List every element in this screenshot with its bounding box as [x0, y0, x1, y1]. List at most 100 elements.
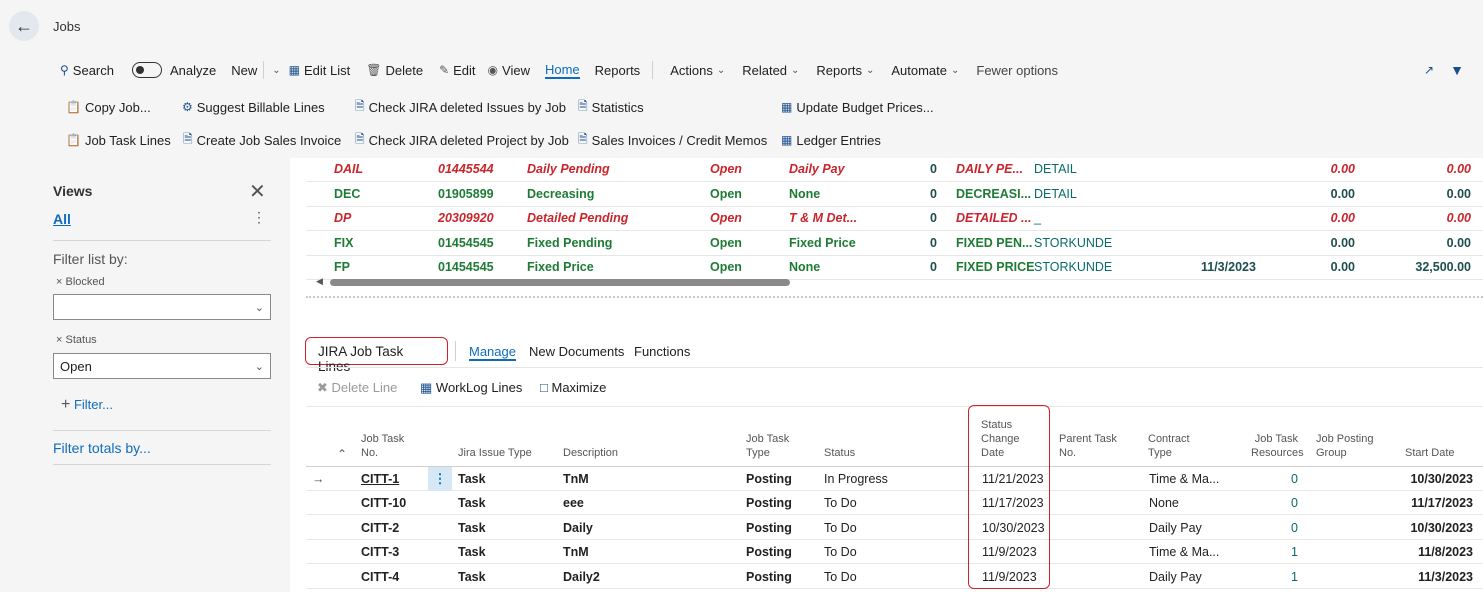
view-button[interactable]: ◉ View [488, 63, 530, 78]
update-budget-prices-button[interactable]: ▦ Update Budget Prices... [781, 100, 934, 115]
tab-functions[interactable]: Functions [634, 344, 690, 359]
fewer-options-button[interactable]: Fewer options [976, 63, 1058, 78]
cell-start: 11/8/2023 [1418, 545, 1473, 560]
cell-code[interactable]: DEC [334, 187, 360, 201]
table-row[interactable]: DP 20309920 Detailed Pending Open T & M Det.… [306, 207, 1483, 231]
delete-line-button[interactable]: ✖ Delete Line [317, 380, 397, 396]
chevron-down-icon: ⌄ [254, 361, 264, 373]
column-job-task-resources[interactable]: Job Task Resources [1251, 432, 1304, 460]
cell-code[interactable]: FIX [334, 236, 353, 250]
blocked-select[interactable]: ⌄ [53, 294, 271, 320]
new-button[interactable]: New [231, 63, 257, 78]
remove-filter-icon[interactable]: × [56, 334, 62, 346]
maximize-button[interactable]: □ Maximize [540, 380, 606, 395]
eye-icon: ◉ [487, 63, 499, 77]
table-row[interactable]: CITT-3 Task TnM Posting To Do 11/9/2023 Time &… [306, 540, 1483, 565]
automate-menu[interactable]: Automate ⌄ [891, 63, 959, 78]
search-button[interactable]: ⚲ Search [60, 63, 114, 78]
sort-icon[interactable]: ⌃ [337, 447, 347, 461]
ledger-entries-button[interactable]: ▦ Ledger Entries [781, 133, 881, 148]
row-menu-button[interactable]: ⋮ [428, 467, 452, 491]
table-row[interactable]: → CITT-1 Task TnM Posting In Progress 11/21/20… [306, 467, 1483, 491]
delete-button[interactable]: 🗑 Delete [366, 63, 423, 78]
cell-desc: TnM [563, 472, 589, 486]
column-start-date[interactable]: Start Date [1405, 446, 1455, 460]
arrow-left-icon: ← [15, 15, 33, 36]
column-jira-issue-type[interactable]: Jira Issue Type [458, 446, 532, 460]
cell-v1: 0.00 [1330, 260, 1355, 274]
table-row[interactable]: FIX 01454545 Fixed Pending Open Fixed Price 0… [306, 232, 1483, 256]
table-row[interactable]: DAIL 01445544 Daily Pending Open Daily Pay 0 D… [306, 158, 1483, 182]
filter-button[interactable]: ▼ [1450, 62, 1468, 78]
related-menu[interactable]: Related ⌄ [742, 63, 799, 78]
table-row[interactable]: CITT-4 Task Daily2 Posting To Do 11/9/2023 Dai… [306, 565, 1483, 589]
document-icon: 🗎 [578, 131, 588, 146]
cell-zero: 0 [930, 162, 937, 176]
document-icon: 🗎 [355, 131, 365, 146]
copy-job-button[interactable]: 📋 Copy Job... [66, 100, 151, 115]
cell-no[interactable]: CITT-3 [361, 545, 399, 559]
statistics-button[interactable]: 🗎 Statistics [578, 97, 644, 118]
cell-no[interactable]: CITT-1 [361, 472, 399, 486]
tab-manage[interactable]: Manage [469, 344, 516, 361]
cell-desc: Fixed Pending [527, 235, 613, 250]
divider [263, 61, 265, 79]
cell-code[interactable]: DAIL [334, 162, 363, 176]
copy-icon: 📋 [66, 100, 81, 114]
edit-list-button[interactable]: ▦ Edit List [289, 63, 351, 78]
column-job-posting-group[interactable]: Job Posting Group [1316, 432, 1373, 460]
column-contract-type[interactable]: Contract Type [1148, 432, 1190, 460]
tab-reports[interactable]: Reports [595, 63, 641, 78]
reports-menu[interactable]: Reports ⌄ [816, 63, 874, 78]
column-status[interactable]: Status [824, 446, 855, 460]
table-row[interactable]: CITT-10 Task eee Posting To Do 11/17/2023 None… [306, 491, 1483, 516]
view-all[interactable]: All [53, 211, 71, 227]
table-row[interactable]: CITT-2 Task Daily Posting To Do 10/30/2023 Dai… [306, 516, 1483, 540]
cell-no[interactable]: CITT-10 [361, 496, 406, 510]
horizontal-scrollbar[interactable]: ◀ [316, 276, 796, 287]
tab-home[interactable]: Home [544, 62, 580, 79]
tab-new-documents[interactable]: New Documents [529, 344, 624, 359]
status-select[interactable]: Open ⌄ [53, 353, 271, 379]
cell-code[interactable]: DP [334, 211, 351, 225]
create-job-sales-invoice-button[interactable]: 🗎 Create Job Sales Invoice [183, 130, 341, 151]
filter-totals-link[interactable]: Filter totals by... [53, 440, 151, 456]
check-jira-issues-button[interactable]: 🗎 Check JIRA deleted Issues by Job [355, 97, 566, 118]
remove-filter-icon[interactable]: × [56, 276, 62, 288]
column-job-task-no[interactable]: Job Task No. [361, 432, 404, 460]
cell-type: Task [458, 545, 486, 560]
scroll-left-icon[interactable]: ◀ [316, 276, 323, 287]
table-row[interactable]: DEC 01905899 Decreasing Open None 0 DECREASI..… [306, 183, 1483, 207]
worklog-lines-button[interactable]: ▦ WorkLog Lines [420, 380, 522, 396]
analyze-toggle[interactable]: Analyze [132, 62, 216, 78]
scroll-thumb[interactable] [330, 279, 790, 286]
check-jira-project-button[interactable]: 🗎 Check JIRA deleted Project by Job [355, 130, 569, 151]
close-icon[interactable]: ✕ [249, 179, 266, 204]
sales-invoices-credit-memos-button[interactable]: 🗎 Sales Invoices / Credit Memos [578, 130, 767, 151]
views-panel: Views ✕ All ⋮ Filter list by: × Blocked … [0, 158, 290, 592]
job-task-lines-button[interactable]: 📋 Job Task Lines [66, 133, 171, 148]
search-icon: ⚲ [60, 63, 69, 77]
document-icon: 🗎 [355, 98, 365, 113]
chevron-down-icon: ⌄ [865, 64, 875, 76]
splitter[interactable] [306, 296, 1483, 298]
cell-no[interactable]: CITT-2 [361, 521, 399, 535]
column-job-task-type[interactable]: Job Task Type [746, 432, 789, 460]
actions-menu[interactable]: Actions ⌄ [670, 63, 725, 78]
pencil-icon: ✎ [439, 63, 450, 77]
share-button[interactable]: ↗ [1424, 63, 1438, 77]
edit-button[interactable]: ✎ Edit [439, 63, 475, 78]
cell-start: 10/30/2023 [1410, 520, 1473, 535]
tab-jira-job-task-lines[interactable]: JIRA Job Task Lines [305, 337, 448, 374]
suggest-billable-lines-button[interactable]: ⚙ Suggest Billable Lines [182, 100, 325, 115]
add-filter-button[interactable]: + Filter... [61, 396, 113, 414]
cell-no[interactable]: CITT-4 [361, 570, 399, 584]
more-options-icon[interactable]: ⋮ [252, 209, 266, 226]
cell-cust: DETAIL [1034, 162, 1077, 176]
column-parent-task-no[interactable]: Parent Task No. [1059, 432, 1117, 460]
back-button[interactable]: ← [9, 11, 39, 41]
column-description[interactable]: Description [563, 446, 618, 460]
cell-code[interactable]: FP [334, 260, 350, 274]
top-bar: ← Jobs [0, 0, 1483, 54]
new-dropdown[interactable]: ⌄ [268, 65, 280, 76]
